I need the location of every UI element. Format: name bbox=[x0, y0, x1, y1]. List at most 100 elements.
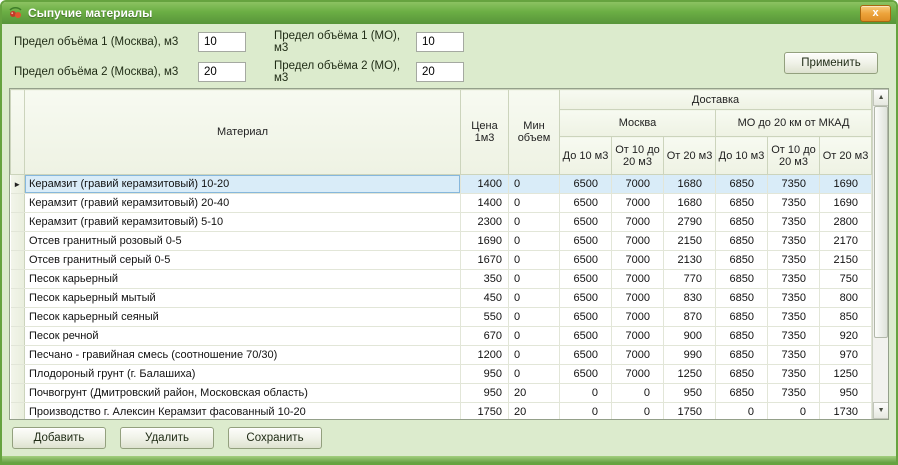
cell-mo1[interactable]: 6850 bbox=[715, 250, 768, 270]
cell-min[interactable]: 20 bbox=[508, 402, 560, 419]
cell-msk2[interactable]: 7000 bbox=[611, 212, 664, 232]
cell-mo2[interactable]: 7350 bbox=[767, 231, 820, 251]
cell-mo3[interactable]: 1690 bbox=[819, 193, 873, 213]
cell-mo1[interactable]: 6850 bbox=[715, 288, 768, 308]
cell-msk3[interactable]: 1750 bbox=[663, 402, 716, 419]
cell-msk2[interactable]: 7000 bbox=[611, 231, 664, 251]
vertical-scrollbar[interactable]: ▲ ▼ bbox=[872, 89, 888, 419]
cell-price[interactable]: 550 bbox=[460, 307, 509, 327]
cell-msk2[interactable]: 7000 bbox=[611, 288, 664, 308]
cell-min[interactable]: 0 bbox=[508, 345, 560, 365]
cell-material[interactable]: Песок речной bbox=[24, 326, 461, 346]
cell-min[interactable]: 0 bbox=[508, 307, 560, 327]
cell-mo2[interactable]: 7350 bbox=[767, 269, 820, 289]
row-indicator[interactable] bbox=[10, 364, 25, 384]
scroll-down-button[interactable]: ▼ bbox=[873, 402, 888, 419]
row-indicator[interactable]: ► bbox=[10, 174, 25, 194]
col-header-min-volume[interactable]: Мин объем bbox=[508, 89, 560, 175]
cell-mo2[interactable]: 7350 bbox=[767, 250, 820, 270]
cell-material[interactable]: Керамзит (гравий керамзитовый) 10-20 bbox=[24, 174, 461, 194]
scroll-track[interactable] bbox=[873, 106, 888, 402]
cell-mo2[interactable]: 7350 bbox=[767, 364, 820, 384]
row-indicator[interactable] bbox=[10, 193, 25, 213]
cell-min[interactable]: 0 bbox=[508, 212, 560, 232]
cell-mo2[interactable]: 7350 bbox=[767, 174, 820, 194]
col-header-msk-tier3[interactable]: От 20 м3 bbox=[663, 136, 716, 175]
cell-material[interactable]: Производство г. Алексин Керамзит фасован… bbox=[24, 402, 461, 419]
cell-min[interactable]: 0 bbox=[508, 250, 560, 270]
cell-mo1[interactable]: 6850 bbox=[715, 326, 768, 346]
cell-msk3[interactable]: 950 bbox=[663, 383, 716, 403]
col-header-mo-tier1[interactable]: До 10 м3 bbox=[715, 136, 768, 175]
cell-mo3[interactable]: 950 bbox=[819, 383, 873, 403]
cell-mo3[interactable]: 2150 bbox=[819, 250, 873, 270]
cell-msk3[interactable]: 2790 bbox=[663, 212, 716, 232]
cell-msk3[interactable]: 1680 bbox=[663, 193, 716, 213]
row-indicator[interactable] bbox=[10, 345, 25, 365]
limit2-moscow-input[interactable] bbox=[198, 62, 246, 82]
cell-material[interactable]: Песчано - гравийная смесь (соотношение 7… bbox=[24, 345, 461, 365]
cell-mo3[interactable]: 1690 bbox=[819, 174, 873, 194]
cell-msk2[interactable]: 7000 bbox=[611, 193, 664, 213]
col-header-msk-tier2[interactable]: От 10 до 20 м3 bbox=[611, 136, 664, 175]
table-row[interactable]: Песчано - гравийная смесь (соотношение 7… bbox=[10, 345, 873, 365]
delete-button[interactable]: Удалить bbox=[120, 427, 214, 449]
cell-msk3[interactable]: 1680 bbox=[663, 174, 716, 194]
row-indicator[interactable] bbox=[10, 250, 25, 270]
cell-msk1[interactable]: 6500 bbox=[559, 345, 612, 365]
limit1-mo-input[interactable] bbox=[416, 32, 464, 52]
cell-msk3[interactable]: 2150 bbox=[663, 231, 716, 251]
table-row[interactable]: Отсев гранитный серый 0-5 1670 0 6500 7000 21… bbox=[10, 250, 873, 270]
cell-msk3[interactable]: 1250 bbox=[663, 364, 716, 384]
cell-material[interactable]: Песок карьерный bbox=[24, 269, 461, 289]
col-header-mo-tier3[interactable]: От 20 м3 bbox=[818, 136, 873, 175]
row-indicator[interactable] bbox=[10, 288, 25, 308]
cell-mo1[interactable]: 0 bbox=[715, 402, 768, 419]
table-row[interactable]: Производство г. Алексин Керамзит фасован… bbox=[10, 402, 873, 419]
cell-min[interactable]: 0 bbox=[508, 174, 560, 194]
cell-msk2[interactable]: 7000 bbox=[611, 174, 664, 194]
close-button[interactable]: x bbox=[860, 4, 891, 22]
table-row[interactable]: Почвогрунт (Дмитровский район, Московска… bbox=[10, 383, 873, 403]
cell-msk3[interactable]: 2130 bbox=[663, 250, 716, 270]
cell-msk2[interactable]: 7000 bbox=[611, 345, 664, 365]
cell-msk3[interactable]: 870 bbox=[663, 307, 716, 327]
cell-material[interactable]: Отсев гранитный серый 0-5 bbox=[24, 250, 461, 270]
row-indicator[interactable] bbox=[10, 269, 25, 289]
cell-mo3[interactable]: 2800 bbox=[819, 212, 873, 232]
cell-msk1[interactable]: 6500 bbox=[559, 193, 612, 213]
table-row[interactable]: Песок карьерный 350 0 6500 7000 770 6850 7350 75… bbox=[10, 269, 873, 289]
cell-msk1[interactable]: 6500 bbox=[559, 231, 612, 251]
row-indicator[interactable] bbox=[10, 212, 25, 232]
table-row[interactable]: Плодороный грунт (г. Балашиха) 950 0 6500 70… bbox=[10, 364, 873, 384]
cell-price[interactable]: 450 bbox=[460, 288, 509, 308]
table-row[interactable]: ► Керамзит (гравий керамзитовый) 10-20 140… bbox=[10, 174, 873, 194]
cell-msk3[interactable]: 770 bbox=[663, 269, 716, 289]
cell-mo2[interactable]: 7350 bbox=[767, 383, 820, 403]
cell-min[interactable]: 20 bbox=[508, 383, 560, 403]
cell-price[interactable]: 2300 bbox=[460, 212, 509, 232]
table-row[interactable]: Песок карьерный мытый 450 0 6500 7000 830 6850… bbox=[10, 288, 873, 308]
cell-msk2[interactable]: 7000 bbox=[611, 364, 664, 384]
cell-price[interactable]: 670 bbox=[460, 326, 509, 346]
cell-msk2[interactable]: 7000 bbox=[611, 326, 664, 346]
cell-mo3[interactable]: 800 bbox=[819, 288, 873, 308]
row-indicator[interactable] bbox=[10, 383, 25, 403]
cell-mo1[interactable]: 6850 bbox=[715, 193, 768, 213]
cell-msk2[interactable]: 0 bbox=[611, 402, 664, 419]
table-row[interactable]: Керамзит (гравий керамзитовый) 5-10 2300 0… bbox=[10, 212, 873, 232]
cell-mo1[interactable]: 6850 bbox=[715, 364, 768, 384]
cell-mo1[interactable]: 6850 bbox=[715, 383, 768, 403]
cell-msk1[interactable]: 6500 bbox=[559, 326, 612, 346]
col-header-mo-tier2[interactable]: От 10 до 20 м3 bbox=[767, 136, 820, 175]
cell-mo2[interactable]: 7350 bbox=[767, 288, 820, 308]
cell-mo3[interactable]: 920 bbox=[819, 326, 873, 346]
cell-material[interactable]: Керамзит (гравий керамзитовый) 5-10 bbox=[24, 212, 461, 232]
cell-msk1[interactable]: 6500 bbox=[559, 212, 612, 232]
cell-price[interactable]: 950 bbox=[460, 364, 509, 384]
table-row[interactable]: Песок карьерный сеяный 550 0 6500 7000 870 685… bbox=[10, 307, 873, 327]
table-row[interactable]: Керамзит (гравий керамзитовый) 20-40 1400… bbox=[10, 193, 873, 213]
cell-mo2[interactable]: 7350 bbox=[767, 326, 820, 346]
cell-mo2[interactable]: 7350 bbox=[767, 193, 820, 213]
limit1-moscow-input[interactable] bbox=[198, 32, 246, 52]
